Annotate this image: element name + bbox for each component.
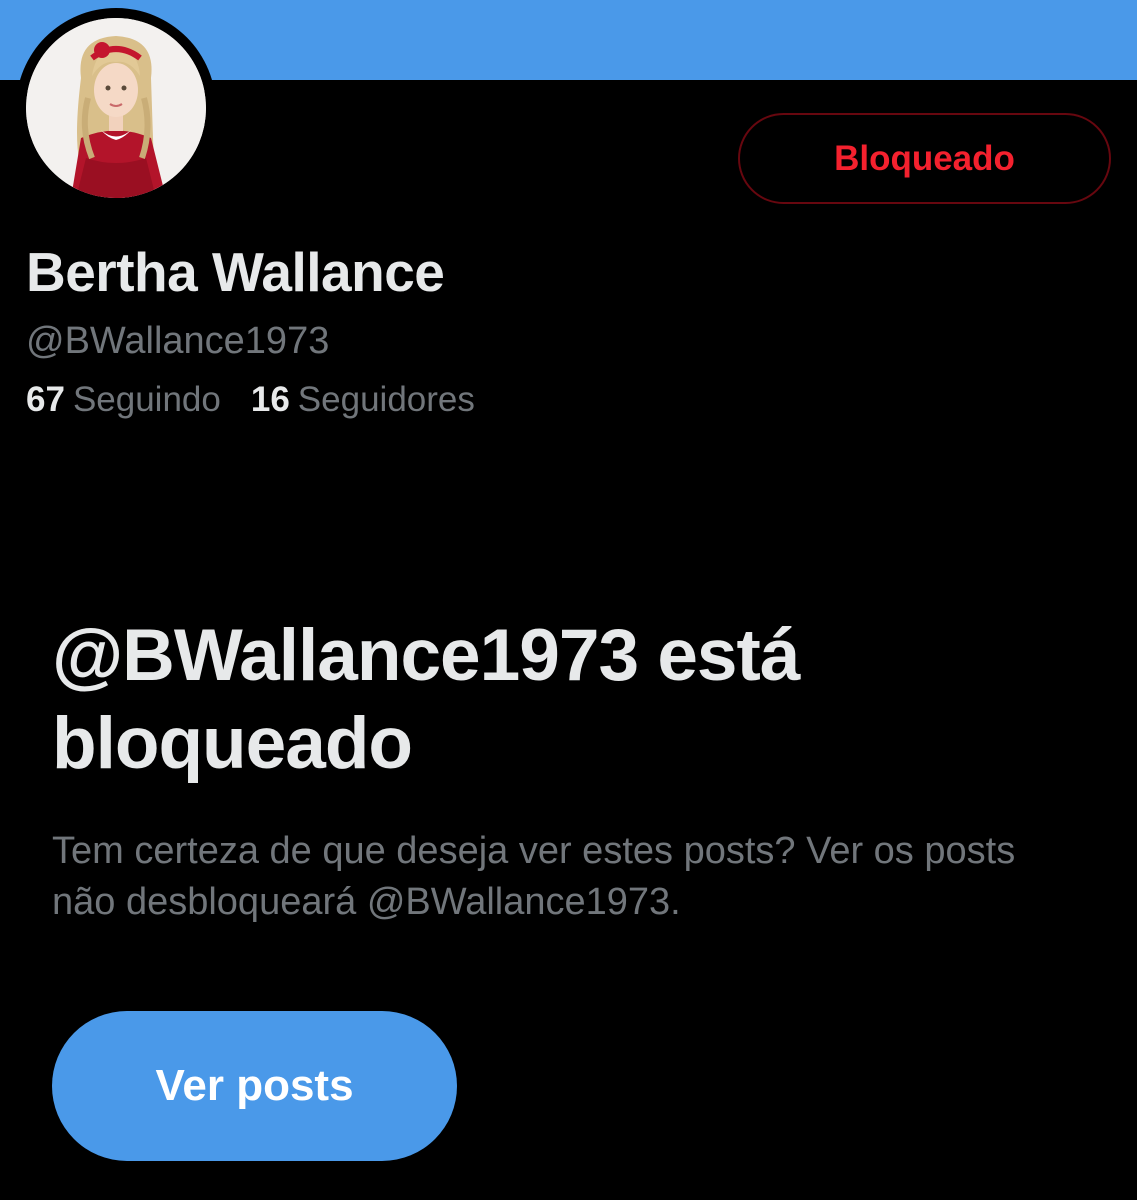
blocked-notice-title: @BWallance1973 está bloqueado [52,615,800,784]
followers-link[interactable]: 16 Seguidores [251,380,475,420]
avatar-image [26,18,206,198]
followers-label: Seguidores [297,380,475,419]
doll-avatar-image [26,18,206,198]
blocked-button[interactable]: Bloqueado [738,113,1111,204]
profile-handle: @BWallance1973 [26,320,330,362]
blocked-button-label: Bloqueado [834,138,1015,178]
followers-count: 16 [250,380,290,419]
following-label: Seguindo [72,380,221,419]
view-posts-button[interactable]: Ver posts [52,1011,457,1161]
avatar[interactable] [16,8,216,208]
blocked-notice-description: Tem certeza de que deseja ver estes post… [52,830,1016,923]
view-posts-label: Ver posts [155,1061,354,1110]
following-count: 67 [26,380,65,419]
following-link[interactable]: 67 Seguindo [26,380,221,420]
display-name: Bertha Wallance [26,241,445,303]
profile-stats: 67 Seguindo 16 Seguidores [26,380,475,420]
